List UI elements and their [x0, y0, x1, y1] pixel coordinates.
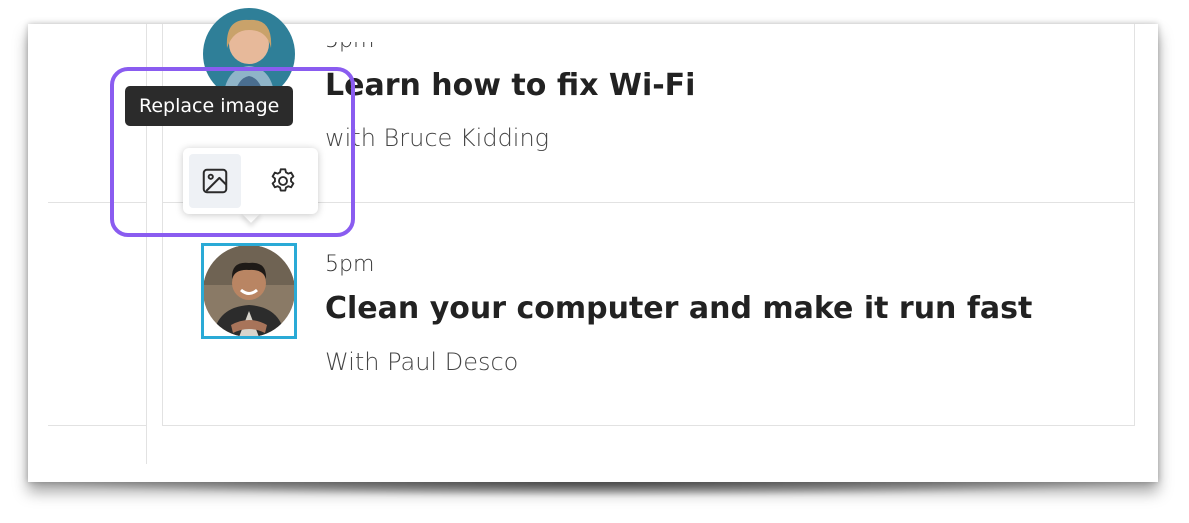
replace-image-tooltip: Replace image	[125, 86, 294, 126]
grid-line-bottom	[162, 425, 1134, 426]
image-icon	[202, 168, 228, 194]
gear-icon	[271, 168, 295, 192]
settings-button[interactable]	[257, 154, 309, 208]
grid-line-vertical-right	[1134, 24, 1135, 426]
avatar-selection-outline	[201, 243, 297, 339]
session-presenter: with Bruce Kidding	[325, 124, 550, 152]
session-time: 5pm	[325, 252, 375, 277]
session-presenter: With Paul Desco	[325, 348, 519, 376]
grid-line-bottom-left	[48, 425, 146, 426]
session-title: Learn how to fix Wi-Fi	[325, 68, 696, 103]
session-title: Clean your computer and make it run fast	[325, 291, 1033, 326]
screenshot-stage: 5pm Learn how to fix Wi-Fi with Bruce Ki…	[0, 0, 1189, 523]
image-toolbar	[183, 148, 318, 214]
replace-image-button[interactable]	[189, 154, 241, 208]
